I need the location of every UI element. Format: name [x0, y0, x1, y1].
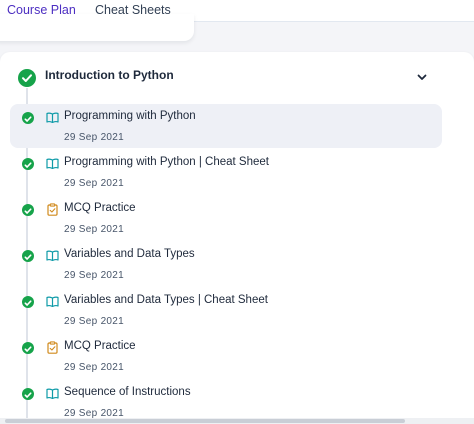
completed-check-icon — [22, 250, 34, 262]
lesson-date: 29 Sep 2021 — [64, 270, 125, 281]
book-icon — [46, 249, 59, 262]
clipboard-icon — [46, 203, 59, 216]
completed-check-icon — [22, 112, 34, 124]
lesson-date: 29 Sep 2021 — [64, 132, 125, 143]
clipboard-icon — [46, 341, 59, 354]
lesson-item[interactable]: Programming with Python 29 Sep 2021 — [10, 104, 442, 148]
lesson-date: 29 Sep 2021 — [64, 224, 125, 235]
lesson-item[interactable]: Variables and Data Types | Cheat Sheet 29… — [10, 288, 442, 332]
lesson-date: 29 Sep 2021 — [64, 362, 125, 373]
lesson-title: Programming with Python | Cheat Sheet — [64, 156, 269, 168]
section-completed-check-icon — [18, 69, 36, 87]
lesson-title: MCQ Practice — [64, 340, 136, 352]
completed-check-icon — [22, 296, 34, 308]
book-icon — [46, 111, 59, 124]
lesson-date: 29 Sep 2021 — [64, 316, 125, 327]
section-title: Introduction to Python — [45, 68, 174, 82]
lesson-title: Variables and Data Types | Cheat Sheet — [64, 294, 268, 306]
lesson-item[interactable]: MCQ Practice 29 Sep 2021 — [10, 334, 442, 378]
book-icon — [46, 387, 59, 400]
book-icon — [46, 157, 59, 170]
lesson-item[interactable]: Programming with Python | Cheat Sheet 29 … — [10, 150, 442, 194]
completed-check-icon — [22, 204, 34, 216]
completed-check-icon — [22, 342, 34, 354]
section-header[interactable]: Introduction to Python — [0, 52, 474, 100]
lesson-title: MCQ Practice — [64, 202, 136, 214]
lesson-item[interactable]: Variables and Data Types 29 Sep 2021 — [10, 242, 442, 286]
lesson-item[interactable]: MCQ Practice 29 Sep 2021 — [10, 196, 442, 240]
lesson-title: Variables and Data Types — [64, 248, 195, 260]
previous-section-card — [0, 14, 194, 41]
completed-check-icon — [22, 158, 34, 170]
course-section-card: Introduction to Python Programming with … — [0, 52, 474, 424]
lesson-title: Programming with Python — [64, 110, 196, 122]
completed-check-icon — [22, 388, 34, 400]
lesson-title: Sequence of Instructions — [64, 386, 191, 398]
scrollbar-thumb[interactable] — [5, 419, 405, 423]
book-icon — [46, 295, 59, 308]
lesson-date: 29 Sep 2021 — [64, 178, 125, 189]
chevron-down-icon[interactable] — [415, 70, 429, 84]
